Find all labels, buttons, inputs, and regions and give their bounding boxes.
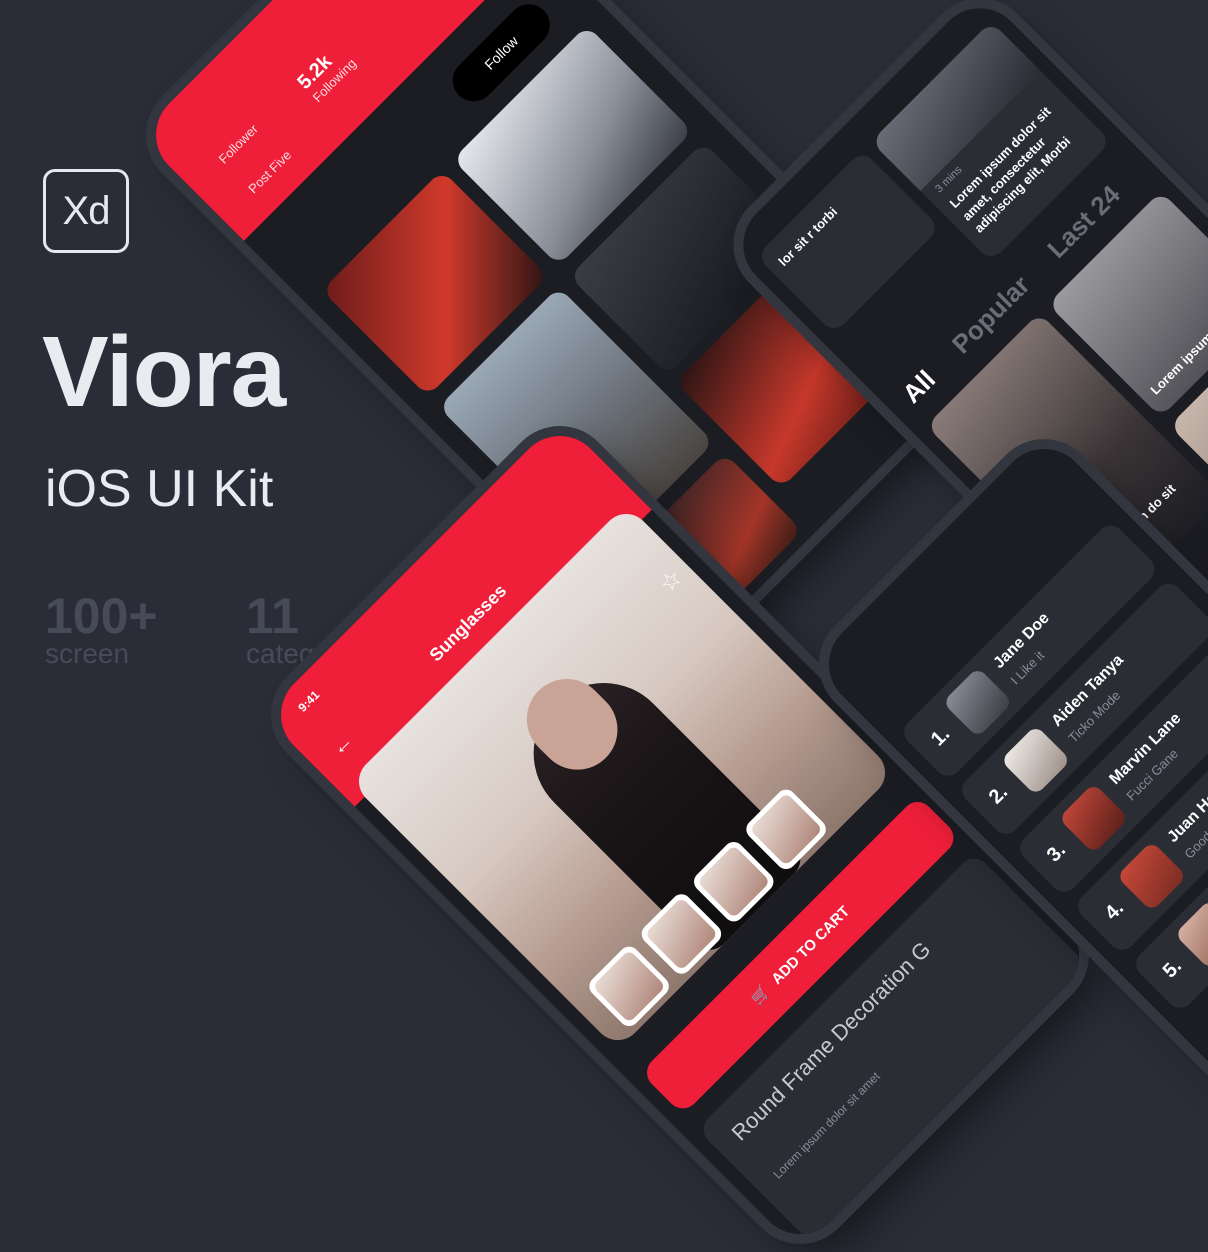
rank-number: 4. (1100, 897, 1129, 925)
cart-icon: 🛒 (747, 982, 774, 1009)
rank-number: 5. (1158, 955, 1187, 983)
profile-header: Follower 5.2k Following Post Five (137, 0, 541, 241)
profile-stat-following: 5.2k Following (293, 39, 359, 105)
xd-logo-icon: Xd (43, 169, 129, 253)
feed-post-guitar-text: Lorem ipsum (1147, 329, 1208, 398)
profile-stat-follower: Follower (216, 121, 261, 166)
add-to-cart-label: ADD TO CART (767, 902, 853, 988)
feed-card-small-text: lor sit r torbi (775, 204, 841, 269)
tab-all[interactable]: All (896, 364, 941, 409)
post-label: Post Five (245, 147, 295, 197)
stat-screens-label: screen (45, 638, 130, 669)
brand-subtitle: iOS UI Kit (45, 460, 274, 518)
stat-screens-number: 100+ (45, 588, 158, 644)
rank-number: 2. (984, 781, 1013, 809)
xd-logo-text: Xd (62, 188, 111, 233)
stat-category-number: 11 (246, 588, 299, 644)
avatar (1000, 724, 1072, 796)
rank-number: 3. (1042, 839, 1071, 867)
profile-partial-label: Post Five (245, 147, 294, 196)
avatar (1116, 840, 1188, 912)
follower-label: Follower (215, 121, 261, 167)
avatar (1174, 898, 1208, 970)
brand-title: Viora (42, 316, 286, 428)
status-time: 9:41 (295, 687, 323, 715)
avatar (942, 667, 1014, 738)
avatar (1058, 782, 1130, 854)
rank-number: 1. (926, 723, 955, 751)
